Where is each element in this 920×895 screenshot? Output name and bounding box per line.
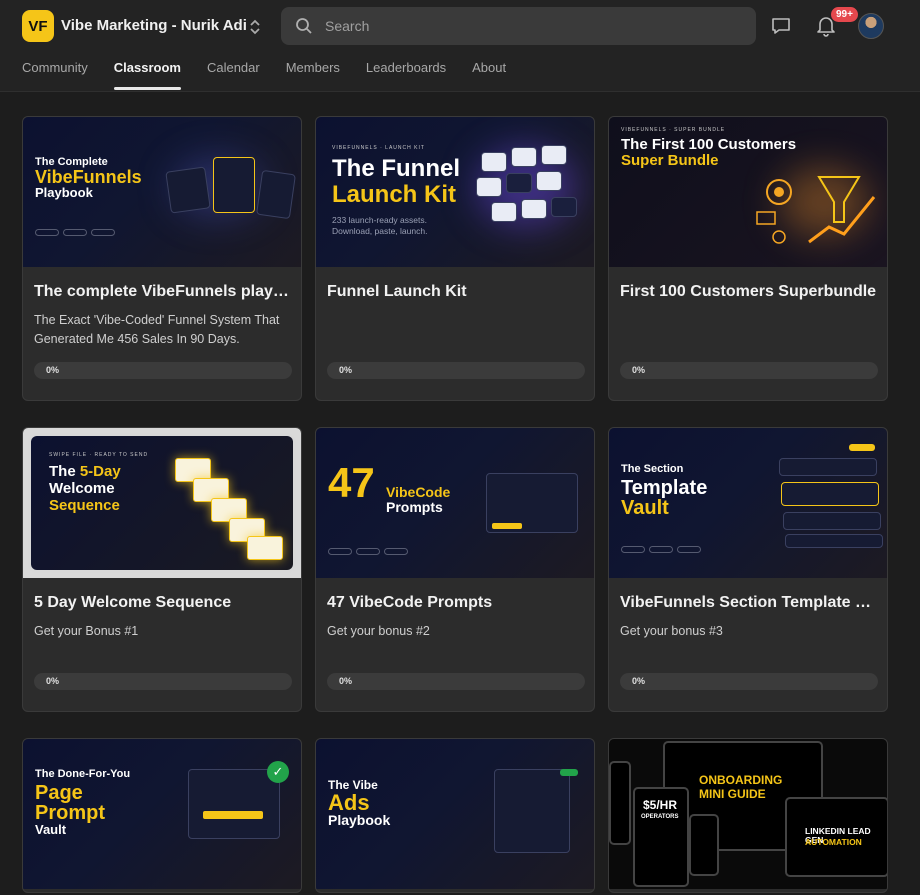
thumb-text: The Funnel (332, 155, 460, 182)
tab-calendar[interactable]: Calendar (207, 60, 260, 90)
course-thumbnail: The Vibe Ads Playbook (316, 739, 594, 889)
course-thumbnail: 47 VibeCode Prompts (316, 428, 594, 578)
course-card[interactable]: The Section Template Vault VibeFunnels S… (608, 427, 888, 712)
thumb-text: 47 (328, 459, 375, 506)
group-logo[interactable]: VF (22, 10, 54, 42)
thumb-text: OPERATORS (641, 814, 679, 820)
course-title: Funnel Launch Kit (327, 283, 467, 300)
tab-leaderboards[interactable]: Leaderboards (366, 60, 446, 90)
chat-icon[interactable] (770, 15, 792, 37)
thumb-text: Ads (328, 790, 370, 815)
course-grid: The Complete VibeFunnels Playbook The co… (22, 116, 888, 893)
course-description: The Exact 'Vibe-Coded' Funnel System Tha… (34, 313, 280, 346)
thumb-text: 5-Day (79, 463, 121, 480)
course-description: Get your bonus #3 (620, 624, 723, 638)
course-description: Get your bonus #2 (327, 624, 430, 638)
thumb-text: VibeFunnels (35, 167, 142, 187)
funnel-illustration-icon (756, 176, 876, 244)
thumb-text: Template (621, 477, 708, 499)
course-title: The complete VibeFunnels playbook (34, 283, 292, 300)
search-bar[interactable] (281, 7, 756, 45)
thumb-text: Vault (621, 497, 669, 519)
progress-label: 0% (46, 676, 60, 686)
course-card[interactable]: SWIPE FILE · READY TO SEND The 5-Day Wel… (22, 427, 302, 712)
progress-bar: 0% (327, 362, 585, 379)
thumb-text: The (49, 463, 76, 480)
course-title: VibeFunnels Section Template Vault (620, 594, 878, 611)
thumb-text: Prompt (35, 802, 105, 824)
thumb-text: Launch Kit (332, 181, 456, 208)
tab-members[interactable]: Members (286, 60, 340, 90)
progress-label: 0% (632, 365, 646, 375)
course-card[interactable]: 47 VibeCode Prompts 47 VibeCode Prompts … (315, 427, 595, 712)
progress-bar: 0% (327, 673, 585, 690)
thumb-text: VIBEFUNNELS · SUPER BUNDLE (621, 127, 726, 133)
thumb-text: Prompts (386, 499, 443, 515)
course-title: First 100 Customers Superbundle (620, 283, 877, 300)
course-description: Get your Bonus #1 (34, 624, 139, 638)
tab-about[interactable]: About (472, 60, 506, 90)
tab-community[interactable]: Community (22, 60, 88, 90)
course-card[interactable]: The Vibe Ads Playbook (315, 738, 595, 893)
thumb-text: VIBEFUNNELS · LAUNCH KIT (332, 145, 425, 151)
search-icon (296, 18, 312, 34)
progress-label: 0% (339, 365, 353, 375)
course-thumbnail: SWIPE FILE · READY TO SEND The 5-Day Wel… (23, 428, 301, 578)
progress-bar: 0% (620, 362, 878, 379)
thumb-text: $5/HR (643, 798, 678, 812)
thumb-text: Vault (35, 822, 67, 837)
thumb-text: 233 launch-ready assets. (332, 215, 427, 225)
thumb-text: AUTOMATION (805, 837, 862, 847)
search-input[interactable] (325, 7, 745, 45)
top-bar: VF Vibe Marketing - Nurik Adi 99+ Commun… (0, 0, 920, 92)
thumb-text: Download, paste, launch. (332, 226, 428, 236)
user-avatar[interactable] (858, 13, 884, 39)
checkmark-icon: ✓ (267, 761, 289, 783)
thumb-text: SWIPE FILE · READY TO SEND (49, 452, 149, 458)
course-thumbnail: The Done-For-You Page Prompt Vault ✓ (23, 739, 301, 889)
thumb-text: VibeCode (386, 484, 451, 500)
course-card[interactable]: The Done-For-You Page Prompt Vault ✓ (22, 738, 302, 893)
thumb-text: Sequence (49, 497, 120, 514)
course-thumbnail: The Section Template Vault (609, 428, 887, 578)
group-name[interactable]: Vibe Marketing - Nurik Adi (61, 17, 247, 34)
thumb-text: ONBOARDING (699, 773, 783, 787)
thumb-text: The Section (621, 463, 684, 475)
course-thumbnail: The Complete VibeFunnels Playbook (23, 117, 301, 267)
thumb-text: Super Bundle (621, 152, 719, 169)
course-title: 47 VibeCode Prompts (327, 594, 493, 611)
progress-bar: 0% (620, 673, 878, 690)
progress-label: 0% (339, 676, 353, 686)
nav-tabs: Community Classroom Calendar Members Lea… (22, 60, 532, 90)
course-thumbnail: ONBOARDING MINI GUIDE $5/HR OPERATORS LI… (609, 739, 887, 889)
course-card[interactable]: VIBEFUNNELS · LAUNCH KIT The Funnel Laun… (315, 116, 595, 401)
course-thumbnail: VIBEFUNNELS · LAUNCH KIT The Funnel Laun… (316, 117, 594, 267)
thumb-text: The First 100 Customers (621, 136, 797, 153)
progress-label: 0% (46, 365, 60, 375)
thumb-text: Playbook (35, 185, 93, 200)
thumb-text: Welcome (49, 480, 115, 497)
tab-classroom[interactable]: Classroom (113, 60, 182, 90)
thumb-text: Playbook (328, 812, 391, 828)
course-card[interactable]: VIBEFUNNELS · SUPER BUNDLE The First 100… (608, 116, 888, 401)
course-card[interactable]: ONBOARDING MINI GUIDE $5/HR OPERATORS LI… (608, 738, 888, 893)
thumb-text: The Done-For-You (35, 768, 131, 780)
progress-bar: 0% (34, 673, 292, 690)
thumb-text: Page (35, 782, 83, 804)
course-card[interactable]: The Complete VibeFunnels Playbook The co… (22, 116, 302, 401)
switch-group-icon[interactable] (247, 17, 263, 37)
progress-label: 0% (632, 676, 646, 686)
notification-badge: 99+ (831, 7, 858, 22)
course-title: 5 Day Welcome Sequence (34, 594, 232, 611)
course-thumbnail: VIBEFUNNELS · SUPER BUNDLE The First 100… (609, 117, 887, 267)
thumb-text: MINI GUIDE (699, 787, 766, 801)
progress-bar: 0% (34, 362, 292, 379)
